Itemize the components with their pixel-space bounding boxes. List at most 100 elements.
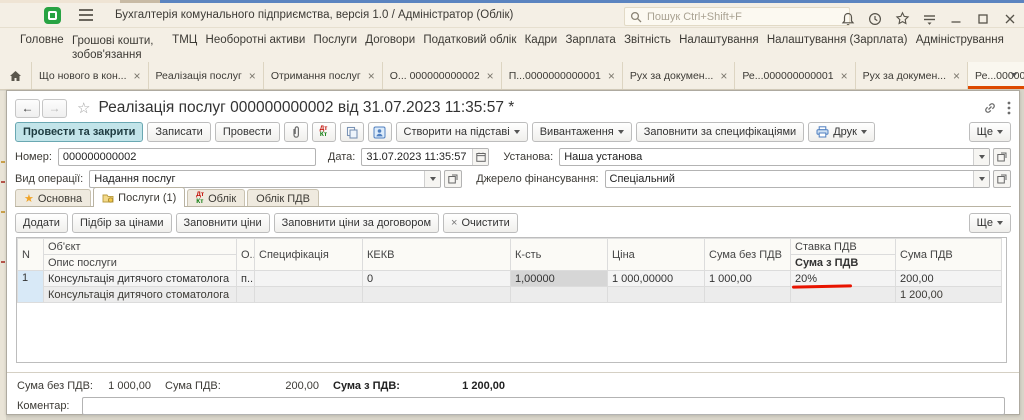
tab-doc-p-0000000000001[interactable]: П...0000000000001× [502,62,623,89]
tab-close-icon[interactable]: × [608,70,615,82]
org-open-button[interactable] [993,148,1011,166]
tab-otrymannya-poslug[interactable]: Отримання послуг× [264,62,383,89]
menu-item-dohovory[interactable]: Договори [365,34,415,62]
calendar-button[interactable] [472,149,488,165]
funding-source-field[interactable]: Спеціальний [605,170,990,188]
tab-close-icon[interactable]: × [134,70,141,82]
operation-type-dropdown-button[interactable] [424,171,440,187]
cell-object[interactable]: Консультація дитячого стоматолога [44,271,237,287]
fill-prices-button[interactable]: Заповнити ціни [176,213,270,233]
attachments-button[interactable] [284,122,308,142]
menu-item-posluhy[interactable]: Послуги [314,34,358,62]
col-header-vat-rate[interactable]: Ставка ПДВ [791,239,896,255]
cell-sum-with-vat[interactable]: 1 200,00 [896,287,1002,303]
org-field[interactable]: Наша установа [559,148,990,166]
menu-item-zvitnist[interactable]: Звітність [624,34,671,62]
tab-doc-o-000000000002[interactable]: О... 000000000002× [383,62,502,89]
cell-o[interactable]: п.. [237,271,255,287]
col-header-o[interactable]: О.. [237,239,255,271]
dt-kt-postings-button[interactable]: ДтКт [312,122,336,142]
copy-document-button[interactable] [340,122,364,142]
cell-row-number[interactable]: 1 [18,271,44,303]
col-header-description[interactable]: Опис послуги [44,255,237,271]
tab-overflow-button[interactable] [1006,66,1022,84]
cell-price[interactable]: 1 000,00000 [608,271,705,287]
tab-close-icon[interactable]: × [368,70,375,82]
org-dropdown-button[interactable] [973,149,989,165]
main-menu-burger-icon[interactable] [79,9,93,21]
cell-vat-rate[interactable]: 20% [791,271,896,287]
upload-button[interactable]: Вивантаження [532,122,632,142]
cell-vat-sum[interactable]: 200,00 [896,271,1002,287]
cell-kekv[interactable]: 0 [363,271,511,287]
maximize-icon[interactable] [975,11,991,27]
search-input[interactable] [647,11,844,23]
cell-description[interactable]: Консультація дитячого стоматолога [44,287,237,303]
tab-home[interactable] [0,62,32,89]
comment-input[interactable] [83,400,1005,412]
form-tab-vat[interactable]: Облік ПДВ [247,189,319,207]
table-row-description[interactable]: Консультація дитячого стоматолога 1 200,… [18,287,1002,303]
more-kebab-icon[interactable] [1007,101,1011,115]
history-clock-icon[interactable] [867,11,883,27]
tab-realizatsiya-poslug-list[interactable]: Реалізація послуг× [149,62,264,89]
form-tab-accounting[interactable]: ДтКт Облік [187,189,245,207]
minimize-icon[interactable] [948,11,964,27]
menu-item-holovne[interactable]: Головне [20,34,64,62]
menu-item-administruvannia[interactable]: Адміністрування [916,34,1004,62]
global-search[interactable] [624,7,850,26]
pick-by-prices-button[interactable]: Підбір за цінами [72,213,172,233]
col-header-kekv[interactable]: КЕКВ [363,239,511,271]
tab-close-icon[interactable]: × [720,70,727,82]
tab-close-icon[interactable]: × [841,70,848,82]
form-tab-services-active[interactable]: Послуги (1) [93,187,185,207]
post-and-close-button[interactable]: Провести та закрити [15,122,143,142]
number-input[interactable] [59,151,315,163]
number-field[interactable] [58,148,316,166]
menu-item-kadry[interactable]: Кадри [525,34,558,62]
funding-open-button[interactable] [993,170,1011,188]
menu-item-nalashtuvannia-zarplata[interactable]: Налаштування (Зарплата) [767,34,908,62]
tab-rukh-za-dokumentom-2[interactable]: Рух за докумен...× [856,62,968,89]
col-header-price[interactable]: Ціна [608,239,705,271]
cell-spec[interactable] [255,271,363,287]
create-based-on-button[interactable]: Створити на підставі [396,122,528,142]
menu-item-zarplata[interactable]: Зарплата [565,34,615,62]
responsible-person-button[interactable] [368,122,392,142]
tab-rukh-za-dokumentom-1[interactable]: Рух за докумен...× [623,62,735,89]
funding-dropdown-button[interactable] [973,171,989,187]
tab-close-icon[interactable]: × [249,70,256,82]
form-tab-main[interactable]: ★ Основна [15,189,91,207]
tab-close-icon[interactable]: × [487,70,494,82]
col-header-spec[interactable]: Специфікація [255,239,363,271]
comment-field[interactable] [82,397,1006,415]
operation-type-open-button[interactable] [444,170,462,188]
add-row-button[interactable]: Додати [15,213,68,233]
services-grid[interactable]: N Об'єкт О.. Специфікація КЕКВ К-сть Цін… [16,237,1007,363]
post-button[interactable]: Провести [215,122,280,142]
fill-by-specifications-button[interactable]: Заповнити за специфікаціями [636,122,804,142]
more-button-table[interactable]: Ще [969,213,1011,233]
view-functions-icon[interactable] [921,11,937,27]
date-field[interactable] [361,148,489,166]
col-header-sum-with-vat[interactable]: Сума з ПДВ [791,255,896,271]
tab-doc-re-000000000001[interactable]: Ре...000000000001× [735,62,855,89]
cell-sum-no-vat[interactable]: 1 000,00 [705,271,791,287]
menu-item-hroshovi-koshty[interactable]: Грошові кошти, зобов'язання [72,34,164,62]
more-button-top[interactable]: Ще [969,122,1011,142]
tab-close-icon[interactable]: × [953,70,960,82]
table-row[interactable]: 1 Консультація дитячого стоматолога п.. … [18,271,1002,287]
clear-button[interactable]: × Очистити [443,213,518,233]
back-button[interactable]: ← [15,99,40,118]
save-button[interactable]: Записати [147,122,210,142]
date-input[interactable] [362,151,472,163]
menu-item-nalashtuvannia[interactable]: Налаштування [679,34,758,62]
favorite-star-icon[interactable]: ☆ [77,99,90,117]
menu-item-tmts[interactable]: ТМЦ [172,34,197,62]
col-header-sum-no-vat[interactable]: Сума без ПДВ [705,239,791,271]
close-icon[interactable] [1002,11,1018,27]
col-header-qty[interactable]: К-сть [511,239,608,271]
operation-type-field[interactable]: Надання послуг [89,170,441,188]
tab-whats-new[interactable]: Що нового в кон...× [32,62,149,89]
cell-qty-selected[interactable]: 1,00000 [511,271,608,287]
